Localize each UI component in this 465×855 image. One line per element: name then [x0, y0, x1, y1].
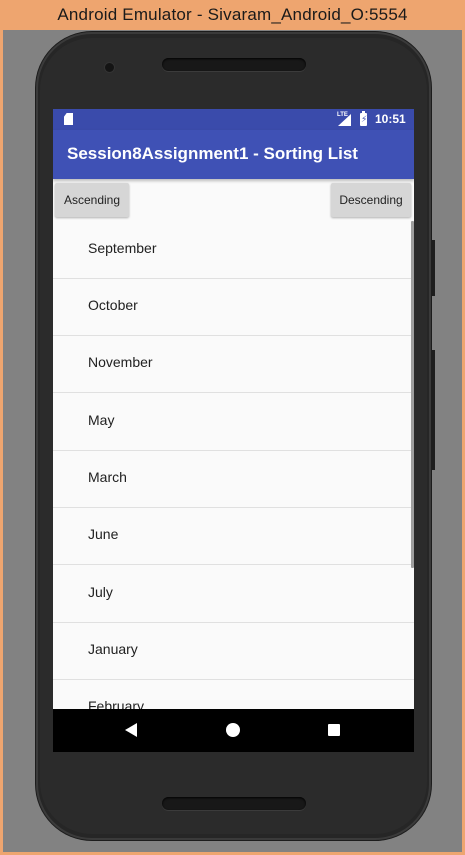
list-item[interactable]: February [53, 679, 414, 709]
sd-card-icon [64, 113, 73, 125]
charging-bolt-icon: ⚡ [361, 114, 368, 124]
list-item-label: January [88, 641, 138, 657]
bottom-speaker [162, 797, 306, 810]
battery-charging-icon: ⚡ [360, 111, 368, 126]
navigation-bar [53, 709, 414, 752]
list-item[interactable]: March [53, 450, 414, 508]
list-item-label: November [88, 354, 153, 370]
descending-button[interactable]: Descending [331, 183, 411, 217]
app-bar: Session8Assignment1 - Sorting List [53, 130, 414, 179]
back-icon[interactable] [125, 723, 137, 737]
recents-icon[interactable] [328, 724, 340, 736]
list-scrollbar[interactable] [411, 221, 414, 568]
app-title: Session8Assignment1 - Sorting List [67, 144, 358, 163]
list-item-label: October [88, 297, 138, 313]
volume-button[interactable] [431, 240, 435, 296]
month-list[interactable]: September October November May March Jun… [53, 221, 414, 709]
network-type: LTE [337, 112, 348, 118]
list-item[interactable]: November [53, 335, 414, 393]
list-item-label: May [88, 412, 115, 428]
device-screen: LTE ⚡ 10:51 Session8Assignment1 - Sortin… [53, 109, 414, 752]
status-time: 10:51 [375, 112, 406, 126]
top-speaker [162, 58, 306, 71]
list-item-label: July [88, 584, 113, 600]
list-item[interactable]: September [53, 221, 414, 279]
window-title: Android Emulator - Sivaram_Android_O:555… [57, 5, 408, 24]
list-item[interactable]: January [53, 622, 414, 680]
list-item-label: February [88, 698, 145, 709]
list-item-label: March [88, 469, 127, 485]
front-camera-icon [105, 63, 114, 72]
list-item[interactable]: June [53, 507, 414, 565]
status-bar: LTE ⚡ 10:51 [53, 109, 414, 130]
ascending-button[interactable]: Ascending [55, 183, 129, 217]
list-item-label: June [88, 526, 119, 542]
home-icon[interactable] [226, 723, 240, 737]
window-title-bar: Android Emulator - Sivaram_Android_O:555… [0, 0, 465, 30]
list-item[interactable]: May [53, 393, 414, 451]
list-item[interactable]: October [53, 278, 414, 336]
list-item-label: September [88, 240, 157, 256]
power-button[interactable] [431, 350, 435, 470]
list-item[interactable]: July [53, 565, 414, 623]
